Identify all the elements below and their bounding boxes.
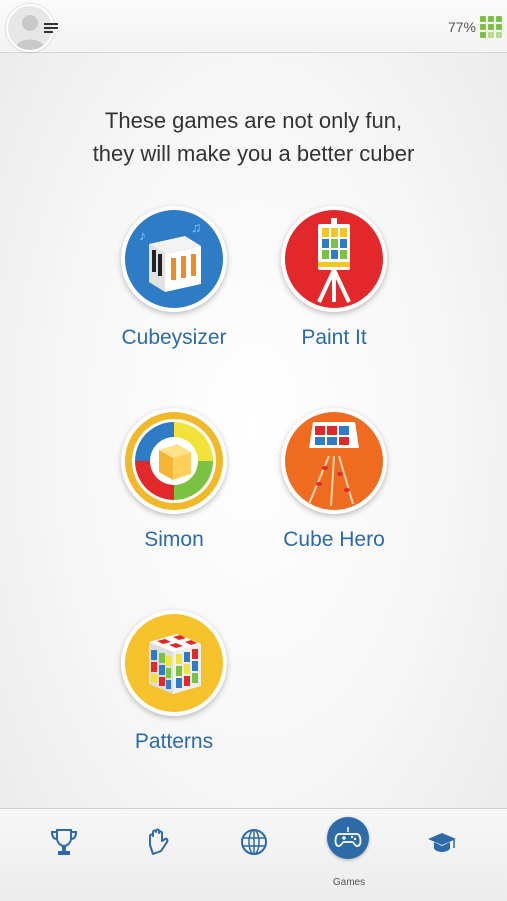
game-label-simon: Simon [144,528,204,551]
menu-icon[interactable] [44,22,58,34]
svg-text:♫: ♫ [191,219,202,235]
tab-learn[interactable] [412,809,472,901]
game-label-cubeysizer: Cubeysizer [121,326,227,349]
tab-trophy[interactable] [34,809,94,901]
game-disc [121,408,227,514]
game-disc [281,206,387,312]
game-cubeysizer[interactable]: ♪ ♫ Cubeysizer [94,206,254,350]
game-disc: ♪ ♫ [121,206,227,312]
glove-icon [149,828,169,855]
tab-games[interactable]: Games [319,809,379,901]
game-label-cube-hero: Cube Hero [283,528,385,551]
easel-icon [285,210,383,308]
active-tab-indicator [327,817,369,859]
svg-text:♪: ♪ [139,227,146,243]
game-label-patterns: Patterns [134,730,214,753]
game-disc [281,408,387,514]
progress-percent: 77% [447,19,476,35]
tab-glove[interactable] [128,809,188,901]
headline: These games are not only fun, they will … [0,104,507,170]
tab-label-games: Games [332,877,366,888]
game-label-paint-it: Paint It [301,326,367,349]
piano-cube-icon: ♪ ♫ [125,210,223,308]
game-simon[interactable]: Simon [94,408,254,552]
globe-cube-icon [241,829,267,855]
game-patterns[interactable]: Patterns [94,610,254,754]
cube-progress-icon[interactable] [480,16,502,38]
trophy-icon [50,829,78,855]
headline-line-1: These games are not only fun, [104,108,403,133]
cube-hero-icon [285,412,383,510]
bottom-tab-bar: Games [0,808,507,901]
headline-line-2: they will make you a better cuber [92,141,415,166]
tab-globe-cube[interactable] [224,809,284,901]
game-disc [121,610,227,716]
patterns-cube-icon [125,614,223,712]
game-cube-hero[interactable]: Cube Hero [254,408,414,552]
graduation-cap-icon [428,833,456,852]
simon-cube-icon [125,412,223,510]
top-bar: 77% [0,0,507,53]
gamepad-icon [334,827,362,848]
game-paint-it[interactable]: Paint It [254,206,414,350]
